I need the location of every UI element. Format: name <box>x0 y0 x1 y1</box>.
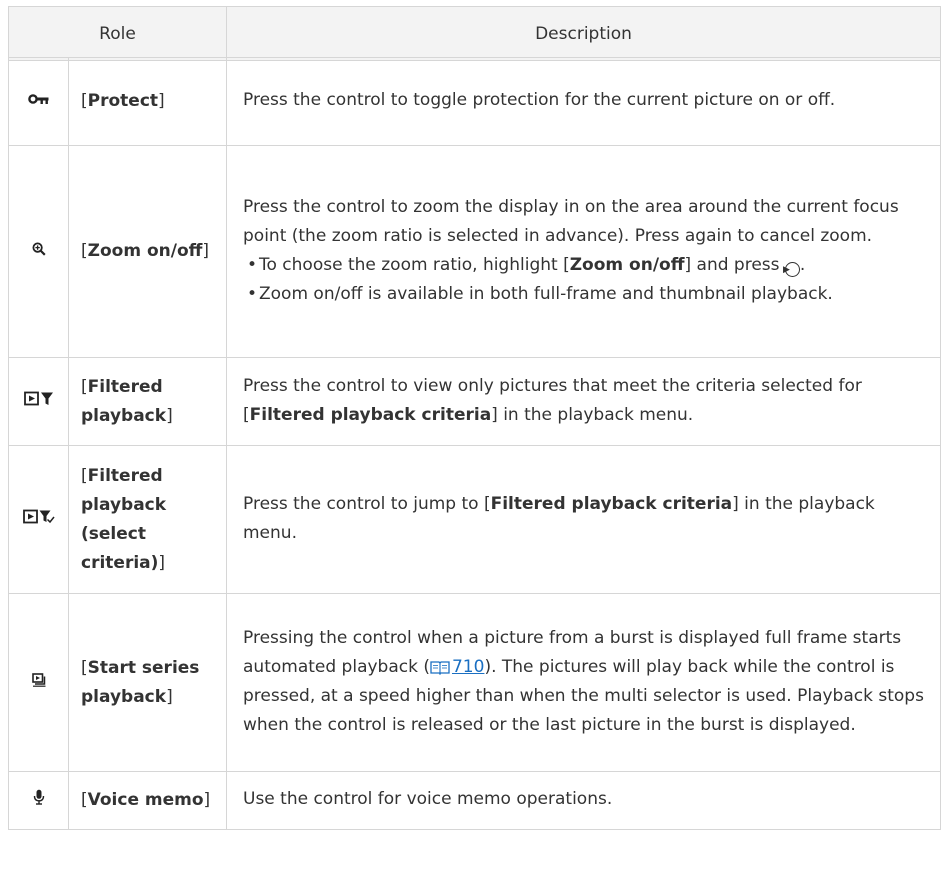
role-cell: [Voice memo] <box>68 771 227 830</box>
role-cell: [Filtered playback] <box>68 357 227 446</box>
description-text: ] in the playback menu. <box>491 404 694 425</box>
table-row: [Voice memo] Use the control for voice m… <box>8 771 941 830</box>
table-row: [Protect] Press the control to toggle pr… <box>8 57 941 146</box>
description-bold-text: Filtered playback criteria <box>490 493 733 514</box>
role-cell: [Zoom on/off] <box>68 145 227 358</box>
description-cell: Press the control to jump to [Filtered p… <box>226 445 941 594</box>
filtered-playback-icon <box>8 357 69 446</box>
table-row: [Filtered playback] Press the control to… <box>8 357 941 446</box>
table-row: [Start series playback] Pressing the con… <box>8 593 941 772</box>
role-label: Protect <box>87 91 159 111</box>
table-row: [Filtered playback (select criteria)] Pr… <box>8 445 941 594</box>
description-cell: Press the control to view only pictures … <box>226 357 941 446</box>
description-text: Press the control to zoom the display in… <box>243 196 899 246</box>
header-role: Role <box>8 6 227 61</box>
role-label: Voice memo <box>87 790 204 810</box>
role-cell: [Filtered playback (select criteria)] <box>68 445 227 594</box>
role-label: Zoom on/off <box>87 241 203 261</box>
series-playback-icon <box>8 593 69 772</box>
bullet-item: To choose the zoom ratio, highlight [Zoo… <box>243 251 924 280</box>
description-cell: Use the control for voice memo operation… <box>226 771 941 830</box>
role-cell: [Protect] <box>68 57 227 146</box>
multi-selector-right-icon: ▶ <box>783 261 800 277</box>
role-label: Start series playback <box>81 657 200 707</box>
description-cell: Press the control to zoom the display in… <box>226 145 941 358</box>
description-cell: Pressing the control when a picture from… <box>226 593 941 772</box>
bullet-text: ] and press <box>684 254 780 275</box>
role-description-table: Role Description <box>8 6 941 61</box>
header-row: Role Description <box>8 6 941 61</box>
description-cell: Press the control to toggle protection f… <box>226 57 941 146</box>
filtered-playback-select-icon <box>8 445 69 594</box>
bullet-bold-text: Zoom on/off <box>569 254 685 275</box>
bullet-text: To choose the zoom ratio, highlight [ <box>259 254 570 275</box>
bullet-item: Zoom on/off is available in both full-fr… <box>243 280 924 309</box>
table-row: [Zoom on/off] Press the control to zoom … <box>8 145 941 358</box>
role-label: Filtered playback <box>81 376 167 426</box>
book-icon <box>430 660 450 675</box>
zoom-magnifier-icon <box>8 145 69 358</box>
protect-key-icon <box>8 57 69 146</box>
page-reference-number[interactable]: 710 <box>452 657 484 677</box>
microphone-icon <box>8 771 69 830</box>
role-label: Filtered playback (select criteria) <box>81 465 167 573</box>
description-text: Press the control to jump to [ <box>243 493 491 514</box>
role-cell: [Start series playback] <box>68 593 227 772</box>
description-bold-text: Filtered playback criteria <box>249 404 492 425</box>
page-reference-link[interactable]: 710 <box>430 657 484 677</box>
role-table-body: [Protect] Press the control to toggle pr… <box>8 57 941 830</box>
header-description: Description <box>226 6 941 61</box>
